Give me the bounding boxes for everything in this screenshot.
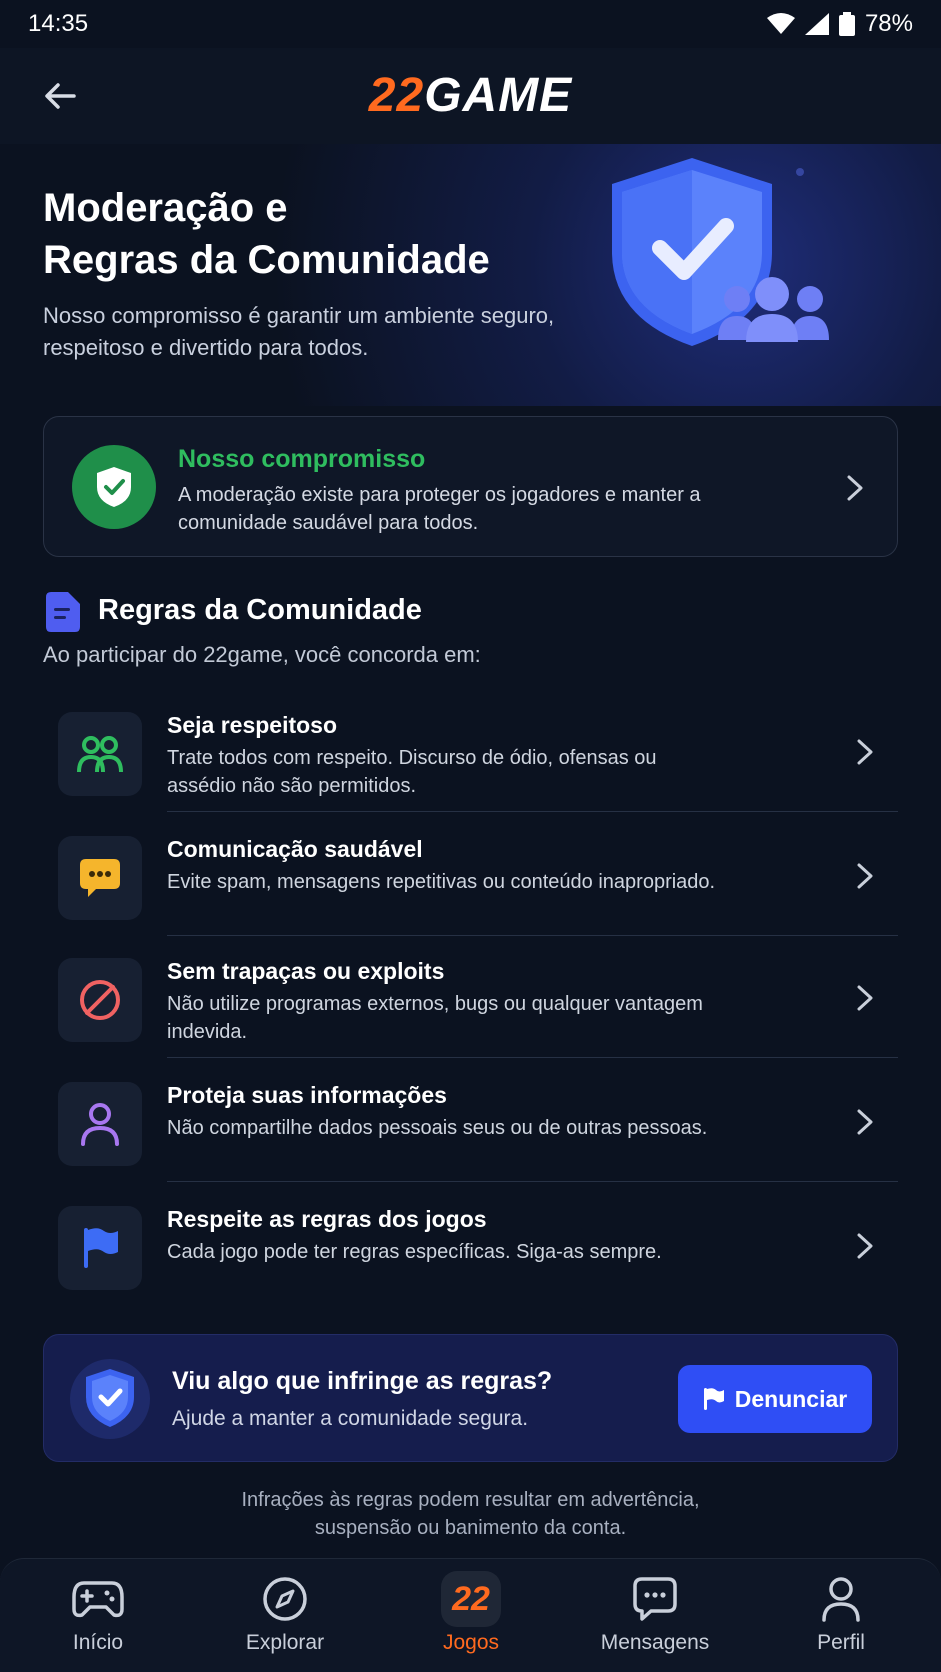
rules-title: Regras da Comunidade <box>98 594 422 626</box>
report-button[interactable]: Denunciar <box>678 1365 872 1433</box>
shield-illustration <box>612 158 829 346</box>
chevron-right-icon <box>847 475 863 501</box>
status-bar: 14:35 78% <box>0 0 941 48</box>
rule-item-privacy[interactable]: Proteja suas informações Não compartilhe… <box>58 1060 898 1182</box>
status-time: 14:35 <box>28 10 89 37</box>
page-title: Moderação e Regras da Comunidade <box>43 182 603 286</box>
rule-description: Não compartilhe dados pessoais seus ou d… <box>167 1117 708 1139</box>
battery-percent: 78% <box>864 10 913 37</box>
user-icon <box>58 1082 142 1166</box>
nav-label: Explorar <box>245 1631 325 1654</box>
22-logo-icon: 22 <box>441 1571 501 1627</box>
app-header: 22GAME <box>0 48 941 144</box>
document-icon <box>46 592 80 632</box>
nav-item-explorar[interactable]: Explorar <box>200 1559 370 1672</box>
nav-label: Perfil <box>817 1631 865 1654</box>
rule-title: Proteja suas informações <box>167 1082 447 1108</box>
logo-word: GAME <box>424 69 573 122</box>
nav-item-jogos[interactable]: 22 Jogos <box>386 1559 556 1672</box>
rule-item-communication[interactable]: Comunicação saudável Evite spam, mensage… <box>58 814 898 936</box>
page-title-line1: Moderação e <box>43 186 288 230</box>
rules-subtitle: Ao participar do 22game, você concorda e… <box>43 642 481 667</box>
divider <box>167 811 898 812</box>
compass-icon <box>255 1573 315 1625</box>
profile-icon <box>811 1573 871 1625</box>
chevron-right-icon <box>857 863 873 889</box>
divider <box>167 1181 898 1182</box>
report-card: Viu algo que infringe as regras? Ajude a… <box>43 1334 898 1462</box>
shield-icon <box>70 1359 150 1439</box>
footer-note-line1: Infrações às regras podem resultar em ad… <box>241 1489 700 1511</box>
rule-item-respect[interactable]: Seja respeitoso Trate todos com respeito… <box>58 690 898 812</box>
prohibited-icon <box>58 958 142 1042</box>
hero-section: Moderação e Regras da Comunidade Nosso c… <box>0 144 941 406</box>
wifi-icon <box>766 13 795 34</box>
footer-note: Infrações às regras podem resultar em ad… <box>0 1486 941 1542</box>
report-button-label: Denunciar <box>734 1385 848 1412</box>
nav-label: Início <box>72 1631 124 1654</box>
signal-icon <box>804 13 829 35</box>
users-icon <box>58 712 142 796</box>
footer-note-line2: suspensão ou banimento da conta. <box>314 1517 627 1539</box>
jogos-badge: 22 <box>441 1571 501 1627</box>
rule-description: Trate todos com respeito. Discurso de ód… <box>167 747 657 797</box>
rule-title: Respeite as regras dos jogos <box>167 1206 487 1232</box>
flag-icon <box>703 1388 724 1410</box>
bottom-nav: Início Explorar 22 Jogos Mensagens Perfi… <box>0 1558 941 1672</box>
page-subtitle: Nosso compromisso é garantir um ambiente… <box>43 303 555 360</box>
rule-title: Comunicação saudável <box>167 836 423 862</box>
chevron-right-icon <box>857 739 873 765</box>
nav-label: Mensagens <box>600 1631 710 1654</box>
gamepad-icon <box>68 1573 128 1625</box>
rule-description: Não utilize programas externos, bugs ou … <box>167 993 703 1043</box>
rule-item-no-cheats[interactable]: Sem trapaças ou exploits Não utilize pro… <box>58 936 898 1058</box>
rule-item-game-rules[interactable]: Respeite as regras dos jogos Cada jogo p… <box>58 1184 898 1306</box>
chevron-right-icon <box>857 985 873 1011</box>
nav-item-perfil[interactable]: Perfil <box>756 1559 926 1672</box>
commitment-text: A moderação existe para proteger os joga… <box>178 484 701 534</box>
rule-title: Sem trapaças ou exploits <box>167 958 445 984</box>
nav-item-mensagens[interactable]: Mensagens <box>570 1559 740 1672</box>
status-icons: 78% <box>766 10 913 38</box>
commitment-title: Nosso compromisso <box>178 445 426 473</box>
battery-icon <box>838 12 855 36</box>
commitment-card[interactable]: Nosso compromisso A moderação existe par… <box>43 416 898 557</box>
rule-description: Evite spam, mensagens repetitivas ou con… <box>167 871 716 893</box>
chevron-right-icon <box>857 1233 873 1259</box>
nav-label: Jogos <box>442 1631 500 1654</box>
chat-bubble-icon <box>58 836 142 920</box>
report-subtitle: Ajude a manter a comunidade segura. <box>172 1407 529 1430</box>
app-logo: 22GAME <box>0 68 941 123</box>
page-title-line2: Regras da Comunidade <box>43 238 490 282</box>
chevron-right-icon <box>857 1109 873 1135</box>
shield-check-icon <box>72 445 156 529</box>
divider <box>167 1057 898 1058</box>
report-title: Viu algo que infringe as regras? <box>172 1367 553 1395</box>
flag-icon <box>58 1206 142 1290</box>
rule-description: Cada jogo pode ter regras específicas. S… <box>167 1241 662 1263</box>
messages-icon <box>625 1573 685 1625</box>
rule-title: Seja respeitoso <box>167 712 338 738</box>
logo-number: 22 <box>368 69 425 122</box>
nav-item-inicio[interactable]: Início <box>13 1559 183 1672</box>
